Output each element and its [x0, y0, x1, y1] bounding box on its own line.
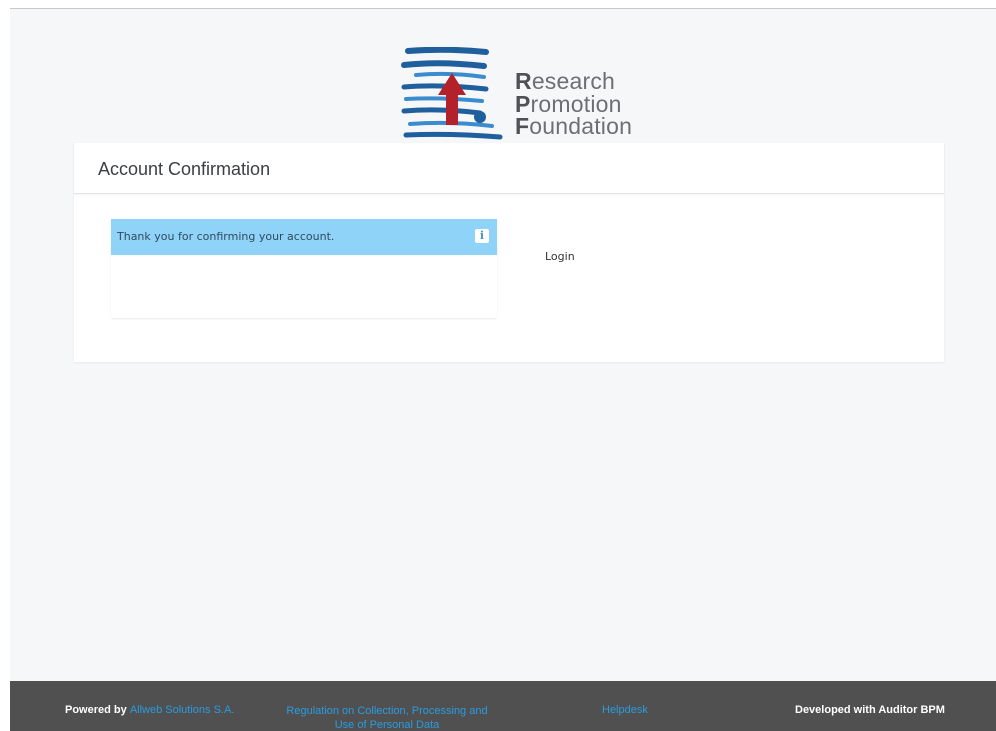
logo-wordmark: Research Promotion Foundation — [515, 68, 633, 139]
allweb-link[interactable]: Allweb Solutions S.A. — [130, 704, 235, 716]
regulation-link[interactable]: Regulation on Collection, Processing and… — [282, 704, 492, 731]
login-link[interactable]: Login — [545, 250, 575, 263]
rpf-logo: Research Promotion Foundation — [400, 46, 633, 141]
page-frame: Research Promotion Foundation Account Co… — [10, 8, 996, 731]
account-confirmation-card: Account Confirmation Thank you for confi… — [74, 143, 944, 362]
info-alert: Thank you for confirming your account. i — [111, 219, 497, 255]
info-icon: i — [475, 229, 489, 243]
developed-with: Developed with Auditor BPM — [795, 704, 945, 716]
page-title: Account Confirmation — [98, 159, 271, 179]
powered-by: Powered by Allweb Solutions S.A. — [65, 704, 235, 716]
helpdesk-link[interactable]: Helpdesk — [602, 704, 648, 716]
confirmation-message-box: Thank you for confirming your account. i — [111, 219, 497, 318]
logo-stripes-icon — [401, 46, 503, 140]
card-header: Account Confirmation — [74, 143, 944, 194]
footer: Powered by Allweb Solutions S.A. Regulat… — [10, 681, 996, 731]
confirmation-message: Thank you for confirming your account. — [117, 230, 335, 243]
